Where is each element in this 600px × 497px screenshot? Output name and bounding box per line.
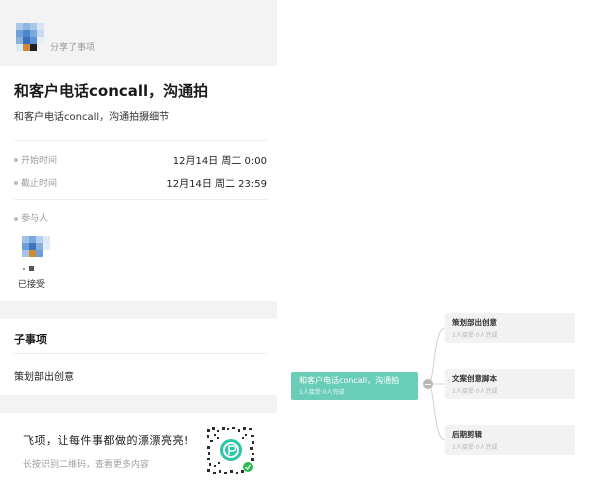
screenshot-root: 分享了事项 和客户电话concall，沟通拍 和客户电话concall，沟通拍摄… xyxy=(0,0,600,497)
task-title: 和客户电话concall，沟通拍 xyxy=(14,82,209,100)
root-node-title: 和客户电话concall，沟通拍 xyxy=(299,376,400,385)
qr-code[interactable] xyxy=(205,425,257,477)
bullet-icon xyxy=(14,216,18,221)
section-separator xyxy=(0,395,277,413)
status-marker xyxy=(29,266,34,271)
share-text: 分享了事项 xyxy=(50,43,96,53)
end-time-row[interactable]: 截止时间 12月14日 周二 23:59 xyxy=(14,176,267,192)
section-separator xyxy=(0,301,277,319)
mind-map-child-node[interactable]: 文案创意脚本 1人接受 0人完成 xyxy=(445,369,575,399)
participants-label-text: 参与人 xyxy=(21,214,49,224)
child-node-stats: 1人接受 0人完成 xyxy=(452,388,498,395)
root-node-stats: 1人接受 0人完成 xyxy=(299,389,345,396)
promo-subtitle: 长按识别二维码，查看更多内容 xyxy=(23,460,150,470)
child-node-stats: 1人接受 0人完成 xyxy=(452,332,498,339)
collapse-toggle[interactable] xyxy=(423,379,433,389)
start-time-value: 12月14日 周二 0:00 xyxy=(172,156,267,167)
status-dot xyxy=(23,268,25,270)
child-node-stats: 1人接受 0人完成 xyxy=(452,444,498,451)
divider xyxy=(14,140,267,141)
divider xyxy=(14,199,267,200)
child-node-title: 后期剪辑 xyxy=(452,430,482,439)
sharer-avatar[interactable] xyxy=(16,23,44,51)
child-node-title: 策划部出创意 xyxy=(452,318,497,327)
start-time-row[interactable]: 开始时间 12月14日 周二 0:00 xyxy=(14,153,267,169)
participant-avatar[interactable] xyxy=(22,236,50,264)
task-description: 和客户电话concall，沟通拍摄细节 xyxy=(14,112,170,123)
accepted-status: 已接受 xyxy=(18,280,46,290)
start-time-label: 开始时间 xyxy=(21,156,58,166)
promo-title: 飞项，让每件事都做的漂漂亮亮! xyxy=(23,434,189,447)
bullet-icon xyxy=(14,181,18,185)
share-header: 分享了事项 xyxy=(0,0,277,66)
end-time-value: 12月14日 周二 23:59 xyxy=(166,179,267,190)
mind-map: 和客户电话concall，沟通拍 1人接受 0人完成 策划部出创意 1人接受 0… xyxy=(285,300,595,490)
subtasks-heading: 子事项 xyxy=(14,333,47,346)
divider xyxy=(14,353,267,354)
mind-map-child-node[interactable]: 策划部出创意 1人接受 0人完成 xyxy=(445,313,575,343)
mind-map-child-node[interactable]: 后期剪辑 1人接受 0人完成 xyxy=(445,425,575,455)
mind-map-root-node[interactable]: 和客户电话concall，沟通拍 1人接受 0人完成 xyxy=(291,372,418,400)
task-detail-panel: 分享了事项 和客户电话concall，沟通拍 和客户电话concall，沟通拍摄… xyxy=(0,0,277,497)
participants-label: 参与人 xyxy=(14,211,48,224)
end-time-label: 截止时间 xyxy=(21,179,58,189)
child-node-title: 文案创意脚本 xyxy=(452,374,497,383)
subtask-item[interactable]: 策划部出创意 xyxy=(14,368,74,383)
bullet-icon xyxy=(14,158,18,162)
